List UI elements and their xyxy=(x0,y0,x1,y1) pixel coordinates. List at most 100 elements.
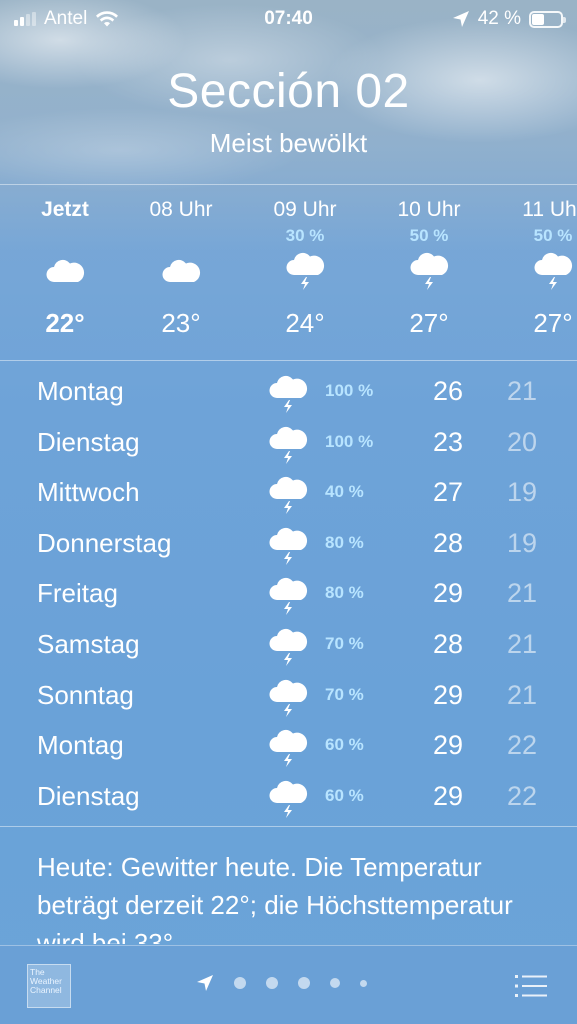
hourly-item: 08 Uhr 23° xyxy=(126,186,236,339)
thunderstorm-icon xyxy=(269,426,308,464)
divider-top xyxy=(0,184,577,185)
day-high: 26 xyxy=(432,376,464,406)
page-dot[interactable] xyxy=(234,977,246,989)
daily-row: Montag 100 % 26 21 xyxy=(0,366,577,417)
hour-label: 11 Uhr xyxy=(522,198,577,221)
hourly-item: 11 Uhr 50 % 27° xyxy=(498,186,577,339)
thunderstorm-icon xyxy=(269,375,308,413)
hourly-item: 09 Uhr 30 % 24° xyxy=(250,186,360,339)
daily-row: Donnerstag 80 % 28 19 xyxy=(0,518,577,569)
divider-hourly xyxy=(0,360,577,361)
hour-temperature: 27° xyxy=(533,308,573,338)
thunderstorm-icon xyxy=(269,628,308,666)
hour-precipitation: 50 % xyxy=(533,226,573,245)
page-dot[interactable] xyxy=(266,977,278,989)
day-name: Donnerstag xyxy=(37,527,172,558)
page-dot[interactable] xyxy=(298,977,310,989)
day-low: 19 xyxy=(506,477,538,508)
hourly-forecast[interactable]: Jetzt 22° 08 Uhr 23° 09 Uhr 30 % 24° 10 … xyxy=(0,186,577,358)
cloud-icon xyxy=(126,248,236,294)
cellular-signal-icon xyxy=(14,12,36,26)
daily-row: Freitag 80 % 29 21 xyxy=(0,568,577,619)
day-high: 28 xyxy=(432,628,464,659)
day-precipitation: 60 % xyxy=(325,785,364,805)
hourly-item: 10 Uhr 50 % 27° xyxy=(374,186,484,339)
day-low: 21 xyxy=(506,679,538,710)
day-name: Mittwoch xyxy=(37,477,140,508)
hour-precipitation: 50 % xyxy=(409,226,449,245)
page-dot[interactable] xyxy=(330,978,340,988)
day-high: 29 xyxy=(432,780,464,811)
day-low: 22 xyxy=(506,780,538,811)
day-name: Sonntag xyxy=(37,679,134,710)
status-right: 42 % xyxy=(452,8,566,30)
page-indicator[interactable] xyxy=(196,974,367,992)
day-low: 20 xyxy=(506,426,538,457)
hour-precipitation xyxy=(126,226,236,248)
location-arrow-icon[interactable] xyxy=(196,974,214,992)
day-low: 22 xyxy=(506,730,538,761)
day-precipitation: 100 % xyxy=(325,431,374,451)
day-name: Dienstag xyxy=(37,780,140,811)
battery-icon xyxy=(529,10,566,28)
day-name: Freitag xyxy=(37,578,118,609)
weather-channel-logo[interactable]: The Weather Channel xyxy=(27,964,71,1008)
bottom-toolbar: The Weather Channel xyxy=(0,945,577,1024)
day-high: 27 xyxy=(432,477,464,508)
day-name: Samstag xyxy=(37,628,140,659)
day-precipitation: 70 % xyxy=(325,633,364,653)
daily-row: Dienstag 60 % 29 22 xyxy=(0,771,577,822)
day-high: 29 xyxy=(432,679,464,710)
hour-label: Jetzt xyxy=(41,198,89,221)
divider-daily xyxy=(0,826,577,827)
daily-row: Montag 60 % 29 22 xyxy=(0,720,577,771)
location-title: Sección 02 xyxy=(167,65,410,118)
thunderstorm-icon xyxy=(250,248,360,294)
day-high: 29 xyxy=(432,730,464,761)
thunderstorm-icon xyxy=(269,780,308,818)
day-low: 21 xyxy=(506,376,538,406)
daily-row: Samstag 70 % 28 21 xyxy=(0,619,577,670)
list-icon[interactable] xyxy=(515,974,547,998)
day-precipitation: 60 % xyxy=(325,735,364,755)
hourly-item: Jetzt 22° xyxy=(10,186,120,339)
day-precipitation: 80 % xyxy=(325,583,364,603)
page-dot[interactable] xyxy=(360,979,367,987)
hour-temperature: 27° xyxy=(409,308,449,338)
cloud-icon xyxy=(10,248,120,294)
wifi-icon xyxy=(96,11,119,27)
hour-precipitation xyxy=(10,226,120,248)
hour-temperature: 24° xyxy=(285,308,325,338)
hour-label: 10 Uhr xyxy=(397,198,461,221)
thunderstorm-icon xyxy=(269,477,308,515)
daily-row: Dienstag 100 % 23 20 xyxy=(0,417,577,468)
daily-forecast: Montag 100 % 26 21 Dienstag 100 % 23 20 … xyxy=(0,366,577,821)
hour-label: 08 Uhr xyxy=(149,198,213,221)
day-high: 28 xyxy=(432,527,464,558)
thunderstorm-icon xyxy=(269,679,308,717)
day-name: Dienstag xyxy=(37,426,140,457)
day-high: 23 xyxy=(432,426,464,457)
day-name: Montag xyxy=(37,376,124,406)
hour-precipitation: 30 % xyxy=(285,226,325,245)
hour-temperature: 22° xyxy=(45,308,85,338)
current-condition: Meist bewölkt xyxy=(209,128,368,158)
day-name: Montag xyxy=(37,730,124,761)
daily-row: Sonntag 70 % 29 21 xyxy=(0,670,577,721)
day-low: 21 xyxy=(506,578,538,609)
day-precipitation: 80 % xyxy=(325,532,364,552)
hour-temperature: 23° xyxy=(161,308,201,338)
weather-summary: Heute: Gewitter heute. Die Temperatur be… xyxy=(37,852,513,944)
daily-row: Mittwoch 40 % 27 19 xyxy=(0,467,577,518)
day-high: 29 xyxy=(432,578,464,609)
location-arrow-icon xyxy=(452,11,469,27)
thunderstorm-icon xyxy=(374,248,484,294)
day-low: 19 xyxy=(506,527,538,558)
thunderstorm-icon xyxy=(269,527,308,565)
day-precipitation: 70 % xyxy=(325,684,364,704)
status-left: Antel xyxy=(14,8,119,30)
status-bar: Antel 07:40 42 % xyxy=(0,0,577,38)
thunderstorm-icon xyxy=(269,578,308,616)
hour-label: 09 Uhr xyxy=(273,198,337,221)
day-precipitation: 40 % xyxy=(325,482,364,502)
